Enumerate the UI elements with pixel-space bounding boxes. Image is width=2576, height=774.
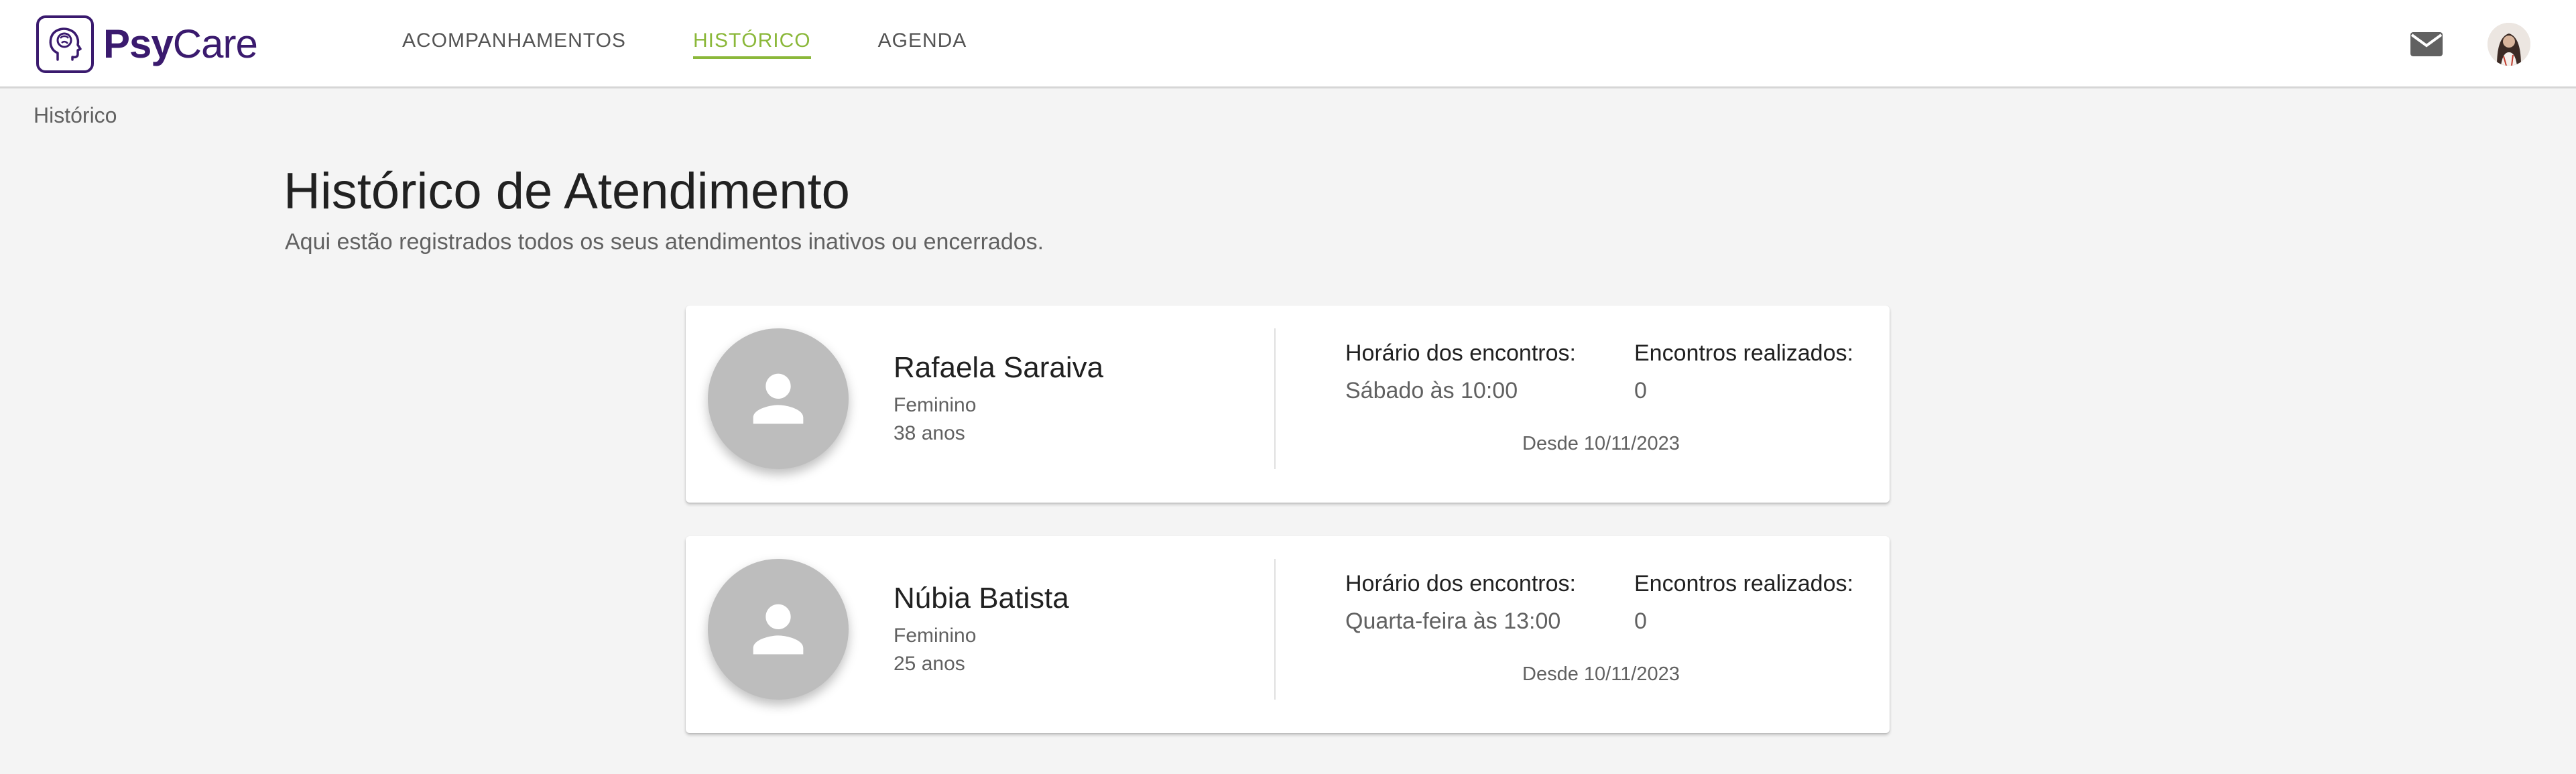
patient-photo [708, 328, 849, 469]
brain-head-icon [36, 15, 94, 73]
user-avatar[interactable] [2488, 23, 2530, 66]
patient-card[interactable]: Núbia Batista Feminino 25 anos Horário d… [686, 536, 1890, 733]
patient-name: Rafaela Saraiva [894, 351, 1104, 384]
patient-gender: Feminino [894, 394, 977, 416]
page-title: Histórico de Atendimento [284, 163, 850, 220]
sessions-count-label: Encontros realizados: [1634, 571, 1853, 596]
logo-text-part1: Psy [103, 21, 174, 66]
since-date: Desde 10/11/2023 [1522, 663, 1680, 685]
nav-item-acompanhamentos[interactable]: ACOMPANHAMENTOS [402, 29, 626, 59]
top-app-bar: PsyCare ACOMPANHAMENTOS HISTÓRICO AGENDA [0, 0, 2576, 88]
psycare-logo[interactable]: PsyCare [36, 13, 258, 75]
schedule-value: Sábado às 10:00 [1345, 378, 1518, 403]
patient-age: 25 anos [894, 653, 965, 675]
sessions-count-label: Encontros realizados: [1634, 340, 1853, 366]
schedule-value: Quarta-feira às 13:00 [1345, 608, 1561, 634]
main-nav: ACOMPANHAMENTOS HISTÓRICO AGENDA [402, 0, 967, 88]
person-icon [753, 373, 804, 424]
app-root: PsyCare ACOMPANHAMENTOS HISTÓRICO AGENDA [0, 0, 2576, 774]
patient-age: 38 anos [894, 422, 965, 444]
patient-card[interactable]: Rafaela Saraiva Feminino 38 anos Horário… [686, 306, 1890, 503]
since-date: Desde 10/11/2023 [1522, 433, 1680, 454]
patient-name: Núbia Batista [894, 582, 1069, 615]
nav-item-historico[interactable]: HISTÓRICO [692, 29, 811, 59]
logo-wordmark: PsyCare [103, 21, 258, 66]
patient-gender: Feminino [894, 625, 977, 647]
schedule-label: Horário dos encontros: [1345, 571, 1576, 596]
card-divider [1274, 559, 1276, 700]
patient-photo [708, 559, 849, 700]
sessions-count-value: 0 [1634, 378, 1647, 403]
sessions-count-value: 0 [1634, 608, 1647, 634]
person-icon [753, 604, 804, 655]
schedule-label: Horário dos encontros: [1345, 340, 1576, 366]
logo-text-part2: Care [172, 21, 258, 66]
breadcrumb[interactable]: Histórico [34, 103, 117, 128]
nav-item-agenda[interactable]: AGENDA [878, 29, 967, 59]
card-divider [1274, 328, 1276, 469]
mail-icon[interactable] [2409, 29, 2444, 59]
page-subtitle: Aqui estão registrados todos os seus ate… [285, 229, 1044, 255]
